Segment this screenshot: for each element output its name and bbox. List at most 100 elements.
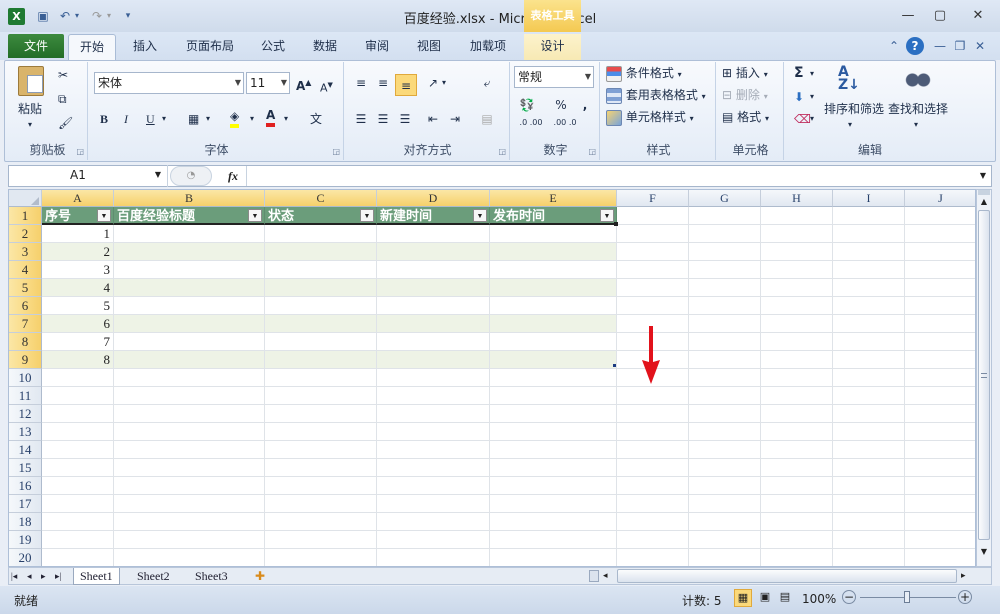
empty-cell[interactable] xyxy=(833,459,905,477)
grow-font-button[interactable]: A▲ xyxy=(296,74,311,95)
tab-view[interactable]: 视图 xyxy=(408,34,450,60)
zoom-level[interactable]: 100% xyxy=(802,592,836,606)
font-color-button[interactable]: A xyxy=(266,107,276,127)
split-box-top[interactable] xyxy=(978,190,990,195)
empty-cell[interactable] xyxy=(265,423,377,441)
table-cell[interactable] xyxy=(114,297,265,315)
row-header-5[interactable]: 5 xyxy=(9,279,42,297)
formula-input[interactable] xyxy=(246,166,974,186)
empty-cell[interactable] xyxy=(833,369,905,387)
empty-cell[interactable] xyxy=(617,477,689,495)
empty-cell[interactable] xyxy=(617,297,689,315)
fill-dropdown-icon[interactable]: ▾ xyxy=(810,88,814,106)
empty-cell[interactable] xyxy=(761,351,833,369)
table-header-cell[interactable]: 新建时间 ▼ xyxy=(377,207,490,225)
alignment-launcher-icon[interactable]: ◲ xyxy=(498,147,506,156)
empty-cell[interactable] xyxy=(689,405,761,423)
empty-cell[interactable] xyxy=(490,405,617,423)
orientation-dropdown-icon[interactable]: ▾ xyxy=(438,72,450,94)
empty-cell[interactable] xyxy=(761,405,833,423)
empty-cell[interactable] xyxy=(761,495,833,513)
empty-cell[interactable] xyxy=(905,405,975,423)
percent-button[interactable]: % xyxy=(550,94,572,116)
empty-cell[interactable] xyxy=(689,459,761,477)
filter-dropdown-icon[interactable]: ▼ xyxy=(360,209,374,222)
empty-cell[interactable] xyxy=(490,531,617,549)
row-header-13[interactable]: 13 xyxy=(9,423,42,441)
empty-cell[interactable] xyxy=(761,279,833,297)
empty-cell[interactable] xyxy=(114,549,265,566)
empty-cell[interactable] xyxy=(265,477,377,495)
empty-cell[interactable] xyxy=(905,243,975,261)
sort-filter-dropdown-icon[interactable]: ▾ xyxy=(848,116,852,134)
table-cell[interactable] xyxy=(490,351,617,369)
sheet-tab-2[interactable]: Sheet2 xyxy=(131,568,176,585)
empty-cell[interactable] xyxy=(689,369,761,387)
column-header-f[interactable]: F xyxy=(617,190,689,207)
select-all-corner[interactable] xyxy=(9,190,42,207)
table-cell[interactable] xyxy=(490,225,617,243)
empty-cell[interactable] xyxy=(833,279,905,297)
table-cell[interactable] xyxy=(114,333,265,351)
scroll-left-icon[interactable]: ◂ xyxy=(603,568,608,585)
empty-cell[interactable] xyxy=(377,549,490,566)
tab-page-layout[interactable]: 页面布局 xyxy=(176,34,244,60)
tab-addins[interactable]: 加载项 xyxy=(460,34,516,60)
row-header-20[interactable]: 20 xyxy=(9,549,42,566)
row-header-7[interactable]: 7 xyxy=(9,315,42,333)
empty-cell[interactable] xyxy=(490,459,617,477)
font-launcher-icon[interactable]: ◲ xyxy=(332,147,340,156)
empty-cell[interactable] xyxy=(114,405,265,423)
empty-cell[interactable] xyxy=(761,549,833,566)
empty-cell[interactable] xyxy=(689,333,761,351)
empty-cell[interactable] xyxy=(490,423,617,441)
empty-cell[interactable] xyxy=(617,549,689,566)
column-header-d[interactable]: D xyxy=(377,190,490,207)
empty-cell[interactable] xyxy=(833,495,905,513)
align-left-icon[interactable]: ☰ xyxy=(350,108,372,130)
insert-function-button[interactable]: fx xyxy=(222,167,244,185)
merge-center-icon[interactable]: ▤ xyxy=(476,108,498,130)
empty-cell[interactable] xyxy=(265,531,377,549)
empty-cell[interactable] xyxy=(905,531,975,549)
empty-cell[interactable] xyxy=(617,261,689,279)
close-button[interactable]: ✕ xyxy=(962,6,994,26)
align-top-icon[interactable]: ≡ xyxy=(350,72,372,94)
empty-cell[interactable] xyxy=(689,549,761,566)
empty-cell[interactable] xyxy=(265,513,377,531)
table-cell[interactable]: 2 xyxy=(42,243,114,261)
worksheet-grid[interactable]: ABCDEFGHIJ 1 2 3 4 5 6 7 8 9 10 11 12 13 14 15 16 17 18 19… xyxy=(8,189,976,567)
empty-cell[interactable] xyxy=(833,477,905,495)
empty-cell[interactable] xyxy=(617,405,689,423)
help-icon[interactable]: ? xyxy=(906,37,924,55)
empty-cell[interactable] xyxy=(377,441,490,459)
empty-cell[interactable] xyxy=(114,459,265,477)
empty-cell[interactable] xyxy=(617,387,689,405)
row-header-14[interactable]: 14 xyxy=(9,441,42,459)
table-cell[interactable] xyxy=(265,297,377,315)
column-header-i[interactable]: I xyxy=(833,190,905,207)
find-select-dropdown-icon[interactable]: ▾ xyxy=(914,116,918,134)
empty-cell[interactable] xyxy=(689,387,761,405)
column-header-b[interactable]: B xyxy=(114,190,265,207)
active-cell-fill-handle[interactable] xyxy=(614,222,618,226)
last-sheet-icon[interactable]: ▸| xyxy=(53,568,63,585)
table-cell[interactable]: 1 xyxy=(42,225,114,243)
zoom-in-icon[interactable]: + xyxy=(958,590,972,604)
empty-cell[interactable] xyxy=(833,243,905,261)
vertical-scroll-thumb[interactable] xyxy=(978,210,990,540)
filter-dropdown-icon[interactable]: ▼ xyxy=(248,209,262,222)
empty-cell[interactable] xyxy=(833,207,905,225)
empty-cell[interactable] xyxy=(377,513,490,531)
column-header-h[interactable]: H xyxy=(761,190,833,207)
empty-cell[interactable] xyxy=(42,459,114,477)
table-cell[interactable] xyxy=(377,333,490,351)
table-cell[interactable] xyxy=(114,243,265,261)
table-cell[interactable] xyxy=(377,225,490,243)
normal-view-icon[interactable]: ▦ xyxy=(734,589,752,607)
fill-color-dropdown-icon[interactable]: ▾ xyxy=(250,110,254,128)
table-cell[interactable] xyxy=(114,261,265,279)
copy-icon[interactable]: ⧉ xyxy=(58,90,67,108)
empty-cell[interactable] xyxy=(42,369,114,387)
empty-cell[interactable] xyxy=(689,477,761,495)
